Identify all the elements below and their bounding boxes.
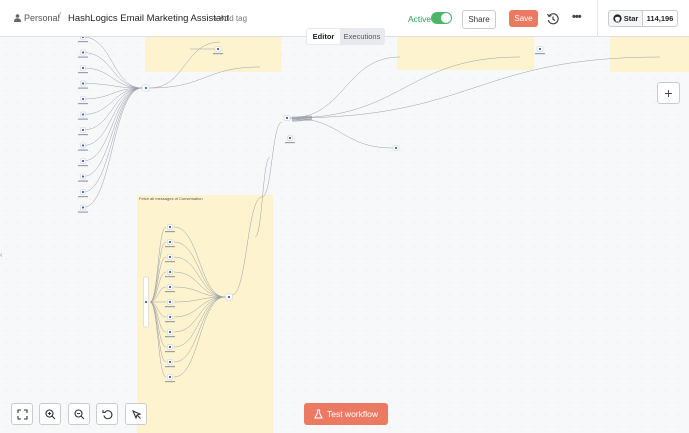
test-workflow-label: Test workflow [326, 409, 378, 419]
connection [173, 256, 226, 298]
workflow-node[interactable] [165, 374, 175, 383]
workflow-node[interactable] [165, 239, 175, 248]
workflow-node[interactable] [78, 65, 88, 74]
fit-view-icon [16, 408, 28, 420]
connection [231, 196, 263, 296]
zoom-in-button[interactable] [39, 403, 61, 425]
connection [149, 66, 261, 89]
header-divider [597, 0, 598, 37]
workflow-node[interactable] [165, 329, 175, 338]
tab-executions[interactable]: Executions [340, 29, 384, 44]
workflow-node[interactable] [78, 37, 88, 43]
connection [149, 226, 167, 303]
workflow-graph [78, 37, 661, 383]
workflow-node[interactable] [78, 111, 88, 120]
connection [82, 52, 143, 89]
workflow-node[interactable] [165, 299, 175, 308]
connection [149, 301, 167, 333]
connection [82, 67, 143, 89]
workflow-node[interactable] [285, 135, 295, 144]
connection [149, 271, 167, 303]
connection [82, 87, 143, 162]
tidy-up-button[interactable] [125, 403, 147, 425]
connection [173, 296, 226, 333]
connection [173, 241, 226, 298]
add-tag-button[interactable]: + Add tag [213, 14, 247, 23]
workflow-node[interactable] [165, 284, 175, 293]
github-icon [613, 14, 622, 23]
workflow-node[interactable] [78, 158, 88, 167]
workflow-node[interactable] [165, 254, 175, 263]
zoom-in-icon [44, 408, 55, 419]
connection [82, 87, 143, 131]
toggle-knob [441, 13, 451, 23]
tidy-up-icon [131, 409, 142, 420]
share-button[interactable]: Share [462, 10, 496, 29]
active-toggle[interactable] [431, 12, 452, 24]
workflow-node[interactable] [392, 145, 400, 151]
active-status-label: Active [408, 14, 432, 24]
connection [173, 296, 226, 348]
workflow-node[interactable] [78, 189, 88, 198]
history-icon[interactable] [546, 12, 560, 26]
connection [289, 56, 521, 119]
breadcrumb-separator: / [58, 11, 62, 23]
workflow-node[interactable] [535, 46, 545, 55]
workflow-node[interactable] [78, 49, 88, 58]
workflow-node[interactable] [165, 224, 175, 233]
reset-zoom-icon [101, 409, 112, 419]
workflow-node[interactable] [78, 142, 88, 151]
workflow-node[interactable] [213, 46, 223, 55]
workflow-node[interactable] [165, 344, 175, 353]
connection [82, 87, 143, 146]
connection [82, 37, 143, 89]
workflow-node[interactable] [165, 314, 175, 323]
workflow-node[interactable] [143, 276, 149, 328]
workflow-node[interactable] [78, 80, 88, 89]
workflow-node[interactable] [142, 84, 150, 92]
connection [173, 271, 226, 298]
workflow-node[interactable] [78, 204, 88, 213]
connection [82, 87, 143, 208]
connection [82, 87, 143, 193]
workflow-node[interactable] [78, 96, 88, 105]
workflow-node[interactable] [78, 173, 88, 182]
github-star-count[interactable]: 114,196 [642, 10, 678, 27]
connection [149, 301, 167, 378]
add-node-button[interactable]: + [657, 82, 680, 104]
fit-view-button[interactable] [11, 403, 33, 425]
workflow-node[interactable] [225, 293, 233, 301]
breadcrumb-owner: Personal [24, 13, 60, 23]
breadcrumb-personal[interactable]: Personal [14, 13, 60, 23]
github-star-button[interactable]: Star [608, 10, 643, 27]
more-options-icon[interactable]: ••• [572, 11, 582, 23]
reset-zoom-button[interactable] [96, 403, 118, 425]
tab-editor[interactable]: Editor [307, 29, 340, 44]
connection [289, 117, 394, 149]
connection [261, 121, 283, 198]
test-workflow-button[interactable]: Test workflow [304, 403, 388, 425]
connection [289, 56, 401, 119]
workflow-node[interactable] [165, 359, 175, 368]
connection [173, 296, 226, 378]
workflow-node[interactable] [78, 127, 88, 136]
connection [173, 226, 226, 298]
flask-icon [314, 409, 323, 419]
github-star-label: Star [623, 14, 639, 23]
workflow-node[interactable] [283, 115, 291, 121]
workflow-canvas[interactable]: Fetch all messages of Conversation + ‹ [0, 37, 689, 433]
zoom-out-button[interactable] [68, 403, 90, 425]
workflow-name[interactable]: HashLogics Email Marketing Assistant [68, 13, 229, 24]
connection [149, 241, 167, 303]
user-icon [14, 14, 21, 22]
connection [289, 56, 661, 119]
zoom-out-icon [73, 408, 84, 419]
panel-collapse-icon[interactable]: ‹ [0, 252, 2, 259]
connection [149, 301, 167, 363]
view-tabs: Editor Executions [306, 28, 385, 45]
workflow-node[interactable] [165, 269, 175, 278]
save-button[interactable]: Save [509, 10, 538, 27]
